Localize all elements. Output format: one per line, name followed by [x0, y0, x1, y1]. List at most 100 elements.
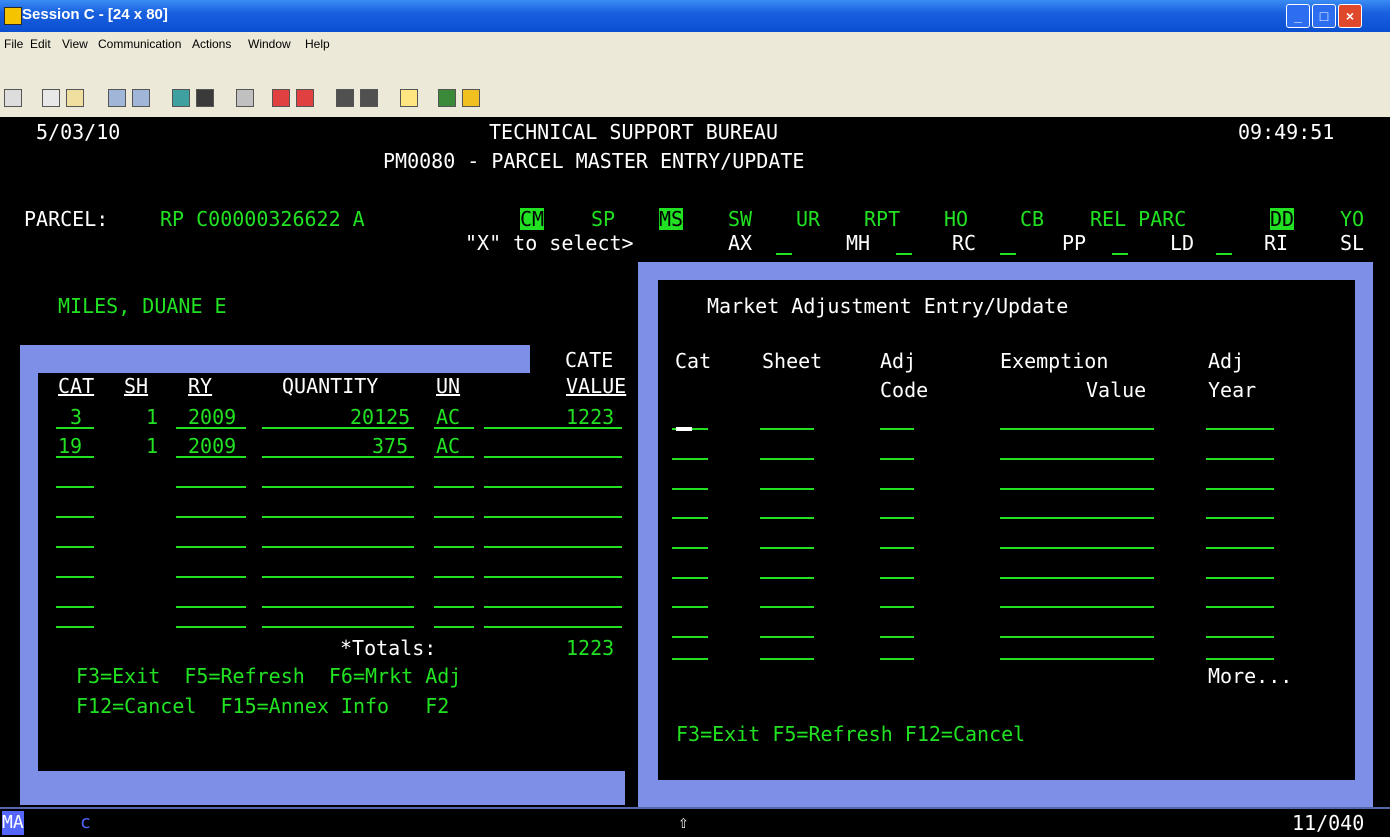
code-ho[interactable]: HO	[944, 208, 968, 230]
adjustment-field-underline[interactable]	[1206, 547, 1274, 549]
adjustment-field-underline[interactable]	[760, 547, 814, 549]
category-field-underline[interactable]	[434, 576, 474, 578]
category-field-underline[interactable]	[262, 626, 414, 628]
category-field-underline[interactable]	[176, 456, 246, 458]
adjustment-field-underline[interactable]	[880, 428, 914, 430]
category-field-underline[interactable]	[56, 606, 94, 608]
category-field-underline[interactable]	[434, 606, 474, 608]
adjustment-field-underline[interactable]	[1000, 577, 1154, 579]
menu-edit[interactable]: Edit	[30, 37, 51, 51]
category-field-underline[interactable]	[176, 427, 246, 429]
adjustment-field-underline[interactable]	[760, 606, 814, 608]
category-field-underline[interactable]	[262, 576, 414, 578]
stop-macro-icon[interactable]	[296, 89, 314, 107]
row2-cat[interactable]: 19	[58, 435, 82, 457]
menu-window[interactable]: Window	[248, 37, 291, 51]
row1-un[interactable]: AC	[436, 406, 460, 428]
clipboard-icon[interactable]	[400, 89, 418, 107]
category-field-underline[interactable]	[434, 427, 474, 429]
code-sw[interactable]: SW	[728, 208, 752, 230]
code-ms[interactable]: MS	[659, 208, 684, 230]
category-field-underline[interactable]	[176, 606, 246, 608]
adjustment-field-underline[interactable]	[880, 606, 914, 608]
adjustment-field-underline[interactable]	[672, 658, 708, 660]
adjustment-field-underline[interactable]	[672, 488, 708, 490]
globe-icon[interactable]	[438, 89, 456, 107]
code-cb[interactable]: CB	[1020, 208, 1044, 230]
menu-communication[interactable]: Communication	[98, 37, 181, 51]
select-ax-field[interactable]	[776, 253, 792, 255]
code-rel-parc[interactable]: REL PARC	[1090, 208, 1186, 230]
play-macro-icon[interactable]	[336, 89, 354, 107]
adjustment-field-underline[interactable]	[1000, 636, 1154, 638]
row1-quantity[interactable]: 20125	[350, 406, 410, 428]
adjustment-field-underline[interactable]	[880, 517, 914, 519]
adjustment-field-underline[interactable]	[1206, 517, 1274, 519]
category-field-underline[interactable]	[176, 576, 246, 578]
menu-view[interactable]: View	[62, 37, 88, 51]
adjustment-field-underline[interactable]	[760, 428, 814, 430]
code-ur[interactable]: UR	[796, 208, 820, 230]
category-field-underline[interactable]	[262, 606, 414, 608]
adjustment-field-underline[interactable]	[1000, 606, 1154, 608]
adjustment-field-underline[interactable]	[672, 458, 708, 460]
category-field-underline[interactable]	[56, 456, 94, 458]
select-pp-field[interactable]	[1112, 253, 1128, 255]
category-field-underline[interactable]	[434, 486, 474, 488]
row2-un[interactable]: AC	[436, 435, 460, 457]
row2-ry[interactable]: 2009	[188, 435, 236, 457]
adjustment-field-underline[interactable]	[672, 636, 708, 638]
adjustment-field-underline[interactable]	[760, 577, 814, 579]
adjustment-field-underline[interactable]	[880, 636, 914, 638]
code-rpt[interactable]: RPT	[864, 208, 900, 230]
category-field-underline[interactable]	[176, 546, 246, 548]
select-mh-field[interactable]	[896, 253, 912, 255]
adjustment-field-underline[interactable]	[760, 517, 814, 519]
paste-icon[interactable]	[66, 89, 84, 107]
keyboard-icon[interactable]	[236, 89, 254, 107]
adjustment-field-underline[interactable]	[1000, 547, 1154, 549]
category-field-underline[interactable]	[484, 486, 622, 488]
category-field-underline[interactable]	[56, 576, 94, 578]
pencil-icon[interactable]	[462, 89, 480, 107]
category-field-underline[interactable]	[56, 546, 94, 548]
adjustment-field-underline[interactable]	[1206, 636, 1274, 638]
minimize-button[interactable]: _	[1286, 4, 1310, 28]
adjustment-field-underline[interactable]	[1206, 458, 1274, 460]
adjustment-field-underline[interactable]	[880, 488, 914, 490]
category-field-underline[interactable]	[484, 626, 622, 628]
category-field-underline[interactable]	[176, 516, 246, 518]
adjustment-field-underline[interactable]	[1206, 606, 1274, 608]
row1-cat[interactable]: 3	[70, 406, 82, 428]
category-field-underline[interactable]	[56, 516, 94, 518]
adjustment-field-underline[interactable]	[760, 658, 814, 660]
category-field-underline[interactable]	[262, 516, 414, 518]
adjustment-field-underline[interactable]	[880, 458, 914, 460]
category-field-underline[interactable]	[262, 486, 414, 488]
category-field-underline[interactable]	[434, 516, 474, 518]
menu-help[interactable]: Help	[305, 37, 330, 51]
adjustment-field-underline[interactable]	[672, 547, 708, 549]
select-rc-field[interactable]	[1000, 253, 1016, 255]
adjustment-field-underline[interactable]	[1000, 658, 1154, 660]
adjustment-field-underline[interactable]	[1000, 517, 1154, 519]
adjustment-field-underline[interactable]	[672, 517, 708, 519]
category-field-underline[interactable]	[56, 626, 94, 628]
category-field-underline[interactable]	[484, 456, 622, 458]
category-field-underline[interactable]	[262, 427, 414, 429]
row2-sh[interactable]: 1	[146, 435, 158, 457]
code-dd[interactable]: DD	[1270, 208, 1295, 230]
adjustment-field-underline[interactable]	[880, 547, 914, 549]
adjustment-field-underline[interactable]	[672, 606, 708, 608]
category-field-underline[interactable]	[484, 516, 622, 518]
code-yo[interactable]: YO	[1340, 208, 1364, 230]
category-field-underline[interactable]	[484, 606, 622, 608]
adjustment-field-underline[interactable]	[1000, 488, 1154, 490]
row1-ry[interactable]: 2009	[188, 406, 236, 428]
copy-icon[interactable]	[42, 89, 60, 107]
receive-icon[interactable]	[132, 89, 150, 107]
category-field-underline[interactable]	[484, 576, 622, 578]
pause-macro-icon[interactable]	[360, 89, 378, 107]
row1-sh[interactable]: 1	[146, 406, 158, 428]
category-field-underline[interactable]	[434, 456, 474, 458]
